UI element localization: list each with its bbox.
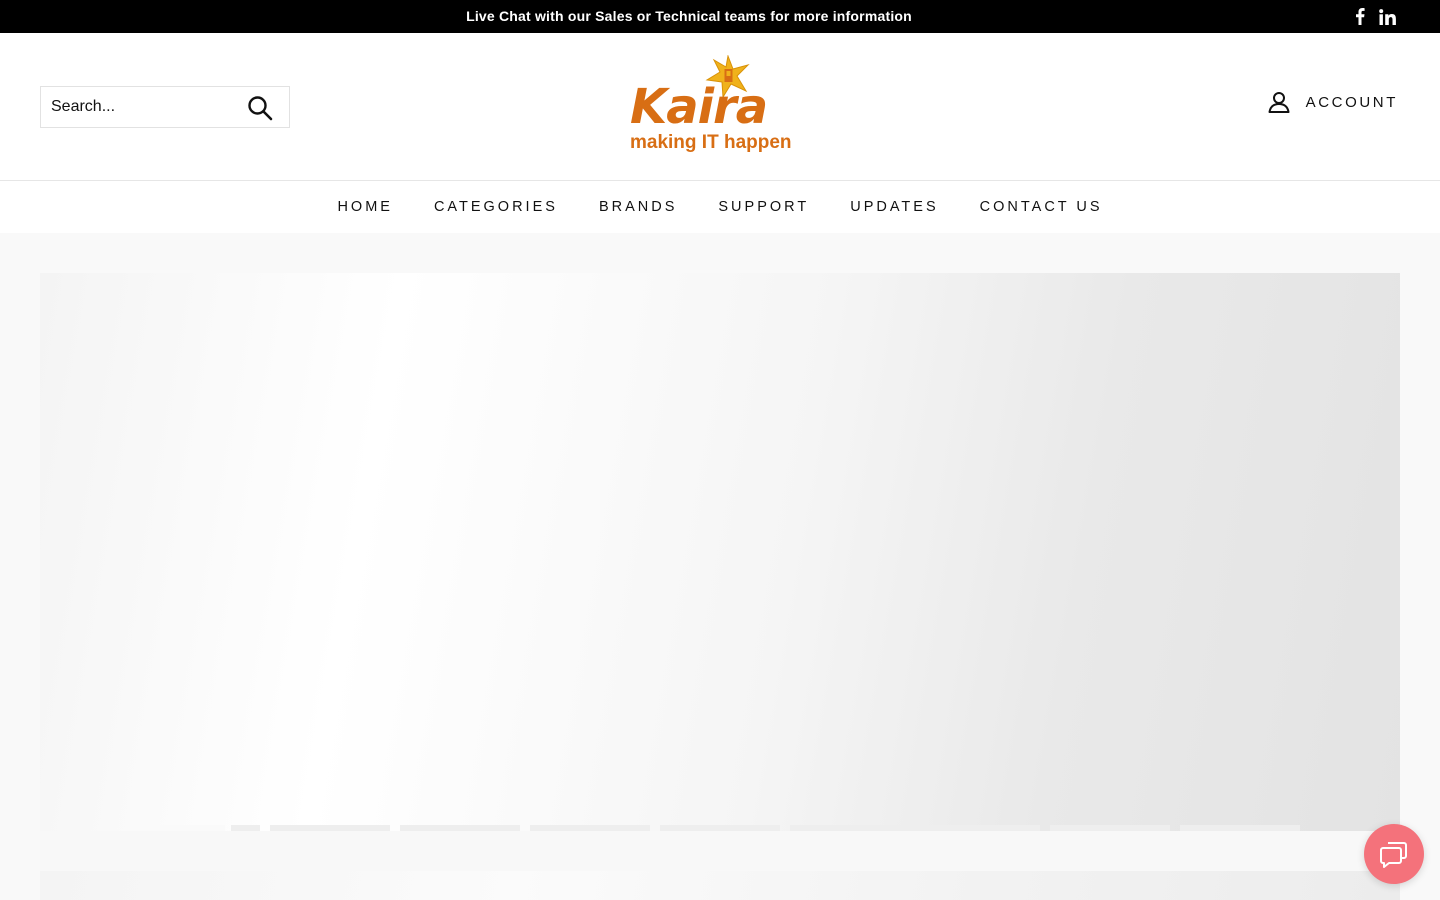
nav-item-contact-us[interactable]: CONTACT US xyxy=(980,199,1103,215)
linkedin-link[interactable] xyxy=(1379,8,1396,25)
account-link[interactable]: ACCOUNT xyxy=(1268,91,1398,113)
nav-item-categories[interactable]: CATEGORIES xyxy=(434,199,558,215)
search-button[interactable] xyxy=(247,95,273,121)
slide-indicator[interactable] xyxy=(140,825,225,831)
linkedin-icon xyxy=(1379,8,1396,25)
hero-slideshow-placeholder xyxy=(40,273,1400,831)
search-input[interactable] xyxy=(41,87,241,127)
search-icon xyxy=(248,96,273,121)
account-label: ACCOUNT xyxy=(1305,93,1398,111)
user-icon xyxy=(1268,92,1290,113)
slide-indicator[interactable] xyxy=(1180,825,1300,831)
logo-wordmark: Kaira xyxy=(630,79,768,135)
slide-indicator[interactable] xyxy=(1050,825,1170,831)
slide-indicator[interactable] xyxy=(660,825,780,831)
nav-item-home[interactable]: HOME xyxy=(337,199,393,215)
slide-indicator[interactable] xyxy=(400,825,520,831)
announcement-text: Live Chat with our Sales or Technical te… xyxy=(466,8,912,24)
slide-indicator[interactable] xyxy=(920,825,1040,831)
logo-tagline: making IT happen xyxy=(630,132,792,153)
content-section-placeholder xyxy=(40,871,1400,900)
nav-item-brands[interactable]: BRANDS xyxy=(599,199,677,215)
facebook-link[interactable] xyxy=(1355,8,1365,25)
live-chat-button[interactable] xyxy=(1364,824,1424,884)
slide-indicator[interactable] xyxy=(790,825,910,831)
nav-item-updates[interactable]: UPDATES xyxy=(850,199,938,215)
social-links xyxy=(1355,0,1396,33)
site-logo[interactable]: Kaira making IT happen xyxy=(626,55,816,157)
slide-indicator[interactable] xyxy=(530,825,650,831)
search-form xyxy=(40,86,290,128)
main-nav: HOME CATEGORIES BRANDS SUPPORT UPDATES C… xyxy=(0,181,1440,233)
announcement-bar: Live Chat with our Sales or Technical te… xyxy=(0,0,1440,33)
hero-bottom-strip xyxy=(40,831,1400,871)
site-header: Kaira making IT happen ACCOUNT xyxy=(0,33,1440,181)
slide-indicator[interactable] xyxy=(231,825,260,831)
chat-icon xyxy=(1380,842,1407,868)
slide-indicator[interactable] xyxy=(270,825,390,831)
facebook-icon xyxy=(1356,8,1365,25)
nav-item-support[interactable]: SUPPORT xyxy=(718,199,809,215)
